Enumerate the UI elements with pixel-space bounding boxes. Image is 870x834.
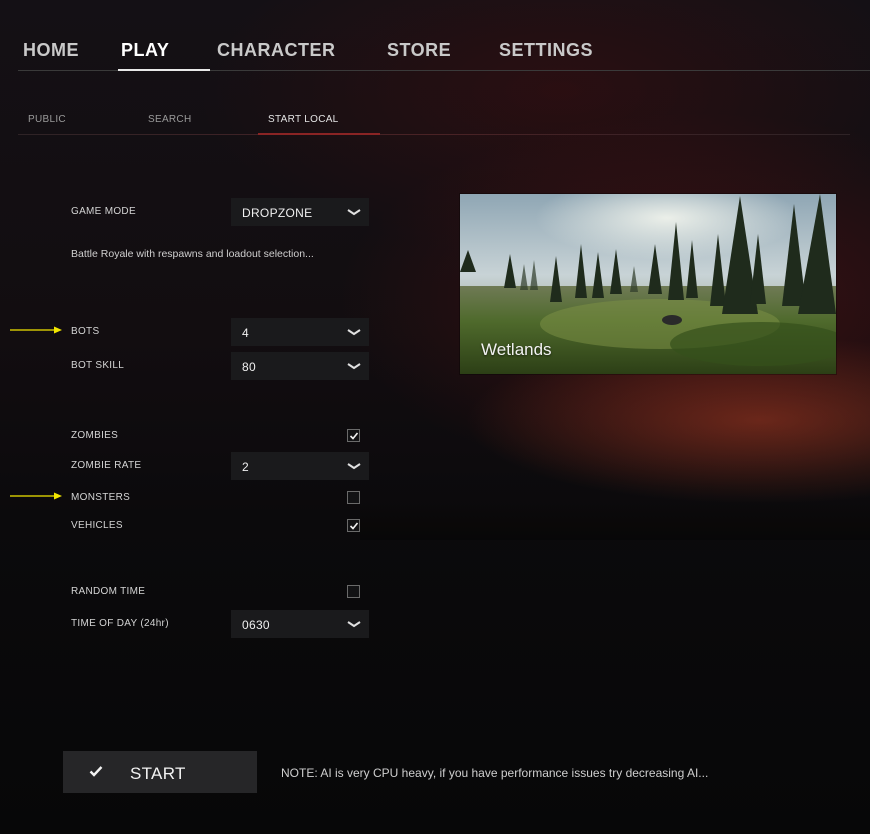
random-time-label: RANDOM TIME bbox=[71, 586, 146, 597]
tab-character[interactable]: CHARACTER bbox=[217, 40, 336, 61]
zombie-rate-select[interactable]: 2 bbox=[231, 452, 369, 480]
subtab-search[interactable]: SEARCH bbox=[148, 114, 191, 125]
zombies-label: ZOMBIES bbox=[71, 430, 119, 441]
random-time-checkbox[interactable] bbox=[347, 585, 360, 598]
bot-skill-value: 80 bbox=[242, 360, 256, 374]
annotation-arrow-icon bbox=[10, 492, 62, 500]
bots-select[interactable]: 4 bbox=[231, 318, 369, 346]
bots-value: 4 bbox=[242, 326, 249, 340]
subtab-public[interactable]: PUBLIC bbox=[28, 114, 66, 125]
sub-nav-divider bbox=[18, 134, 850, 135]
game-mode-value: DROPZONE bbox=[242, 206, 313, 220]
background-horizon bbox=[360, 500, 870, 540]
tab-store[interactable]: STORE bbox=[387, 40, 451, 61]
chevron-down-icon bbox=[347, 209, 361, 216]
top-nav: HOME PLAY CHARACTER STORE SETTINGS bbox=[0, 0, 870, 72]
checkmark-icon bbox=[89, 766, 103, 777]
game-mode-description: Battle Royale with respawns and loadout … bbox=[71, 248, 314, 260]
monsters-label: MONSTERS bbox=[71, 492, 131, 503]
active-tab-indicator bbox=[118, 69, 210, 71]
time-of-day-value: 0630 bbox=[242, 618, 270, 632]
monsters-checkbox[interactable] bbox=[347, 491, 360, 504]
vehicles-checkbox[interactable] bbox=[347, 519, 360, 532]
bots-label: BOTS bbox=[71, 326, 100, 337]
time-of-day-select[interactable]: 0630 bbox=[231, 610, 369, 638]
subtab-start-local[interactable]: START LOCAL bbox=[268, 114, 339, 125]
game-mode-select[interactable]: DROPZONE bbox=[231, 198, 369, 226]
start-button[interactable]: START bbox=[63, 751, 257, 793]
tab-home[interactable]: HOME bbox=[23, 40, 79, 61]
vehicles-label: VEHICLES bbox=[71, 520, 123, 531]
map-preview[interactable]: Wetlands bbox=[460, 194, 836, 374]
chevron-down-icon bbox=[347, 463, 361, 470]
zombies-checkbox[interactable] bbox=[347, 429, 360, 442]
bot-skill-label: BOT SKILL bbox=[71, 360, 125, 371]
time-of-day-label: TIME OF DAY (24hr) bbox=[71, 618, 169, 629]
chevron-down-icon bbox=[347, 363, 361, 370]
checkmark-icon bbox=[349, 432, 359, 440]
chevron-down-icon bbox=[347, 329, 361, 336]
start-button-label: START bbox=[130, 764, 186, 783]
performance-note: NOTE: AI is very CPU heavy, if you have … bbox=[281, 766, 709, 780]
checkmark-icon bbox=[349, 522, 359, 530]
zombie-rate-value: 2 bbox=[242, 460, 249, 474]
chevron-down-icon bbox=[347, 621, 361, 628]
game-mode-label: GAME MODE bbox=[71, 206, 136, 217]
tab-play[interactable]: PLAY bbox=[121, 40, 169, 61]
annotation-arrow-icon bbox=[10, 326, 62, 334]
tab-settings[interactable]: SETTINGS bbox=[499, 40, 593, 61]
map-name: Wetlands bbox=[481, 340, 552, 359]
bot-skill-select[interactable]: 80 bbox=[231, 352, 369, 380]
active-subtab-indicator bbox=[258, 133, 380, 135]
zombie-rate-label: ZOMBIE RATE bbox=[71, 460, 142, 471]
background bbox=[0, 0, 870, 834]
